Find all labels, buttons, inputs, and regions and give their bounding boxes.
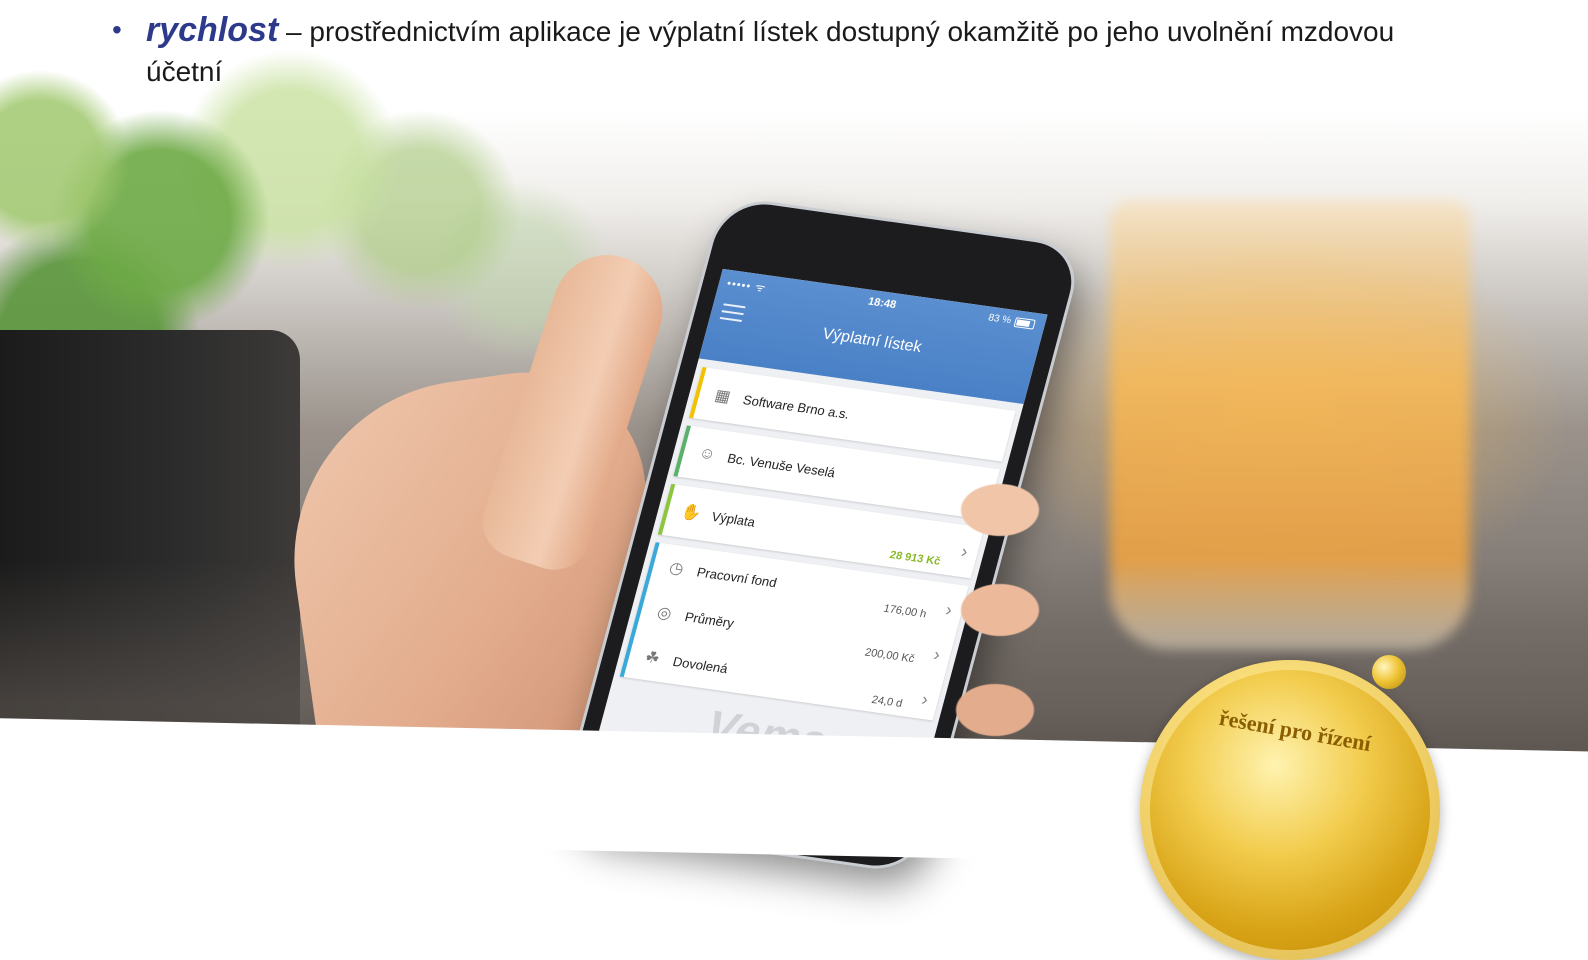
averages-value: 200,00 Kč <box>863 646 916 666</box>
user-icon: ☺ <box>696 444 718 464</box>
person-name: Bc. Venuše Veselá <box>725 450 838 480</box>
coins-icon: ◎ <box>655 604 674 623</box>
work-fund-value: 176,00 h <box>882 602 928 621</box>
money-hand-icon: ✋ <box>679 503 704 524</box>
salary-label: Výplata <box>710 508 758 530</box>
building-icon: ▦ <box>712 387 733 406</box>
salary-value: 28 913 Kč <box>888 549 942 568</box>
intro-term: rychlost <box>146 11 279 49</box>
company-name: Software Brno a.s. <box>741 391 852 422</box>
intro-paragraph: • rychlost – prostřednictvím aplikace je… <box>112 10 1412 92</box>
intro-description: – prostřednictvím aplikace je výplatní l… <box>146 16 1395 87</box>
clock-icon: ◷ <box>667 559 686 579</box>
work-fund-label: Pracovní fond <box>695 563 779 590</box>
chevron-right-icon: › <box>919 689 931 710</box>
averages-label: Průměry <box>683 608 736 631</box>
seal-drop <box>1372 655 1406 689</box>
bullet-marker: • <box>112 14 122 45</box>
battery-icon <box>1013 316 1036 330</box>
gold-seal <box>1140 660 1440 960</box>
vacation-label: Dovolená <box>671 653 730 676</box>
palm-tree-icon: ☘ <box>643 649 662 668</box>
intro-text: rychlost – prostřednictvím aplikace je v… <box>146 10 1412 92</box>
vacation-value: 24,0 d <box>870 693 904 710</box>
